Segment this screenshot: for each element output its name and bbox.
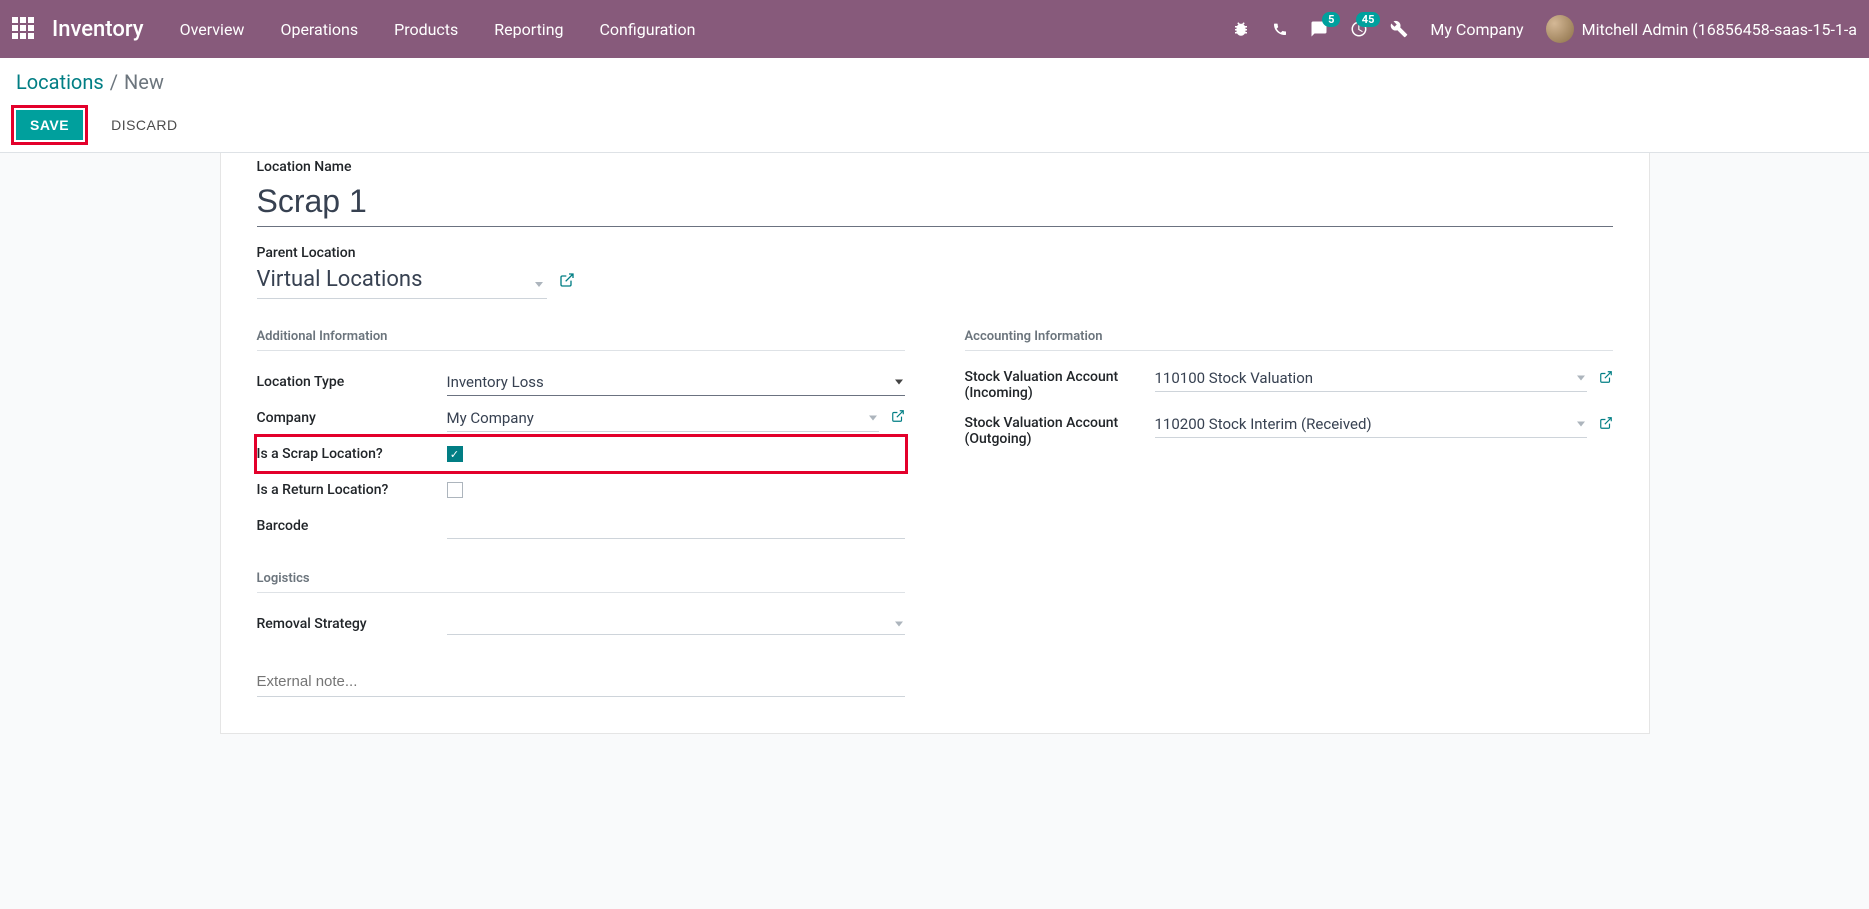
menu-products[interactable]: Products <box>394 20 458 39</box>
menu-configuration[interactable]: Configuration <box>600 20 696 39</box>
section-additional-info: Additional Information <box>257 329 905 351</box>
return-location-checkbox[interactable] <box>447 482 463 498</box>
scrap-location-label: Is a Scrap Location? <box>257 446 447 462</box>
sva-incoming-value: 110100 Stock Valuation <box>1155 369 1314 387</box>
location-type-label: Location Type <box>257 374 447 390</box>
removal-strategy-label: Removal Strategy <box>257 616 447 632</box>
bug-icon[interactable] <box>1232 20 1250 38</box>
external-link-icon[interactable] <box>1599 416 1613 434</box>
breadcrumb-root[interactable]: Locations <box>16 70 104 94</box>
avatar <box>1546 15 1574 43</box>
activity-icon[interactable]: 45 <box>1350 20 1368 38</box>
location-type-select[interactable]: Inventory Loss <box>447 369 905 396</box>
chevron-down-icon <box>535 282 543 287</box>
chat-badge: 5 <box>1322 12 1340 27</box>
top-nav: Inventory Overview Operations Products R… <box>0 0 1869 58</box>
form-sheet: Location Name Parent Location Virtual Lo… <box>220 153 1650 734</box>
external-note-input[interactable] <box>257 667 905 697</box>
section-accounting: Accounting Information <box>965 329 1613 351</box>
location-type-value: Inventory Loss <box>447 373 544 391</box>
chevron-down-icon <box>1577 422 1585 427</box>
external-link-icon[interactable] <box>559 272 575 292</box>
chevron-down-icon <box>895 621 903 626</box>
chevron-down-icon <box>1577 376 1585 381</box>
user-label: Mitchell Admin (16856458-saas-15-1-a <box>1582 20 1857 39</box>
parent-location-value: Virtual Locations <box>257 265 547 299</box>
parent-location-label: Parent Location <box>257 245 1613 261</box>
company-value: My Company <box>447 409 534 427</box>
save-button[interactable]: SAVE <box>16 110 83 140</box>
external-link-icon[interactable] <box>1599 370 1613 388</box>
sva-outgoing-select[interactable]: 110200 Stock Interim (Received) <box>1155 411 1587 438</box>
menu-operations[interactable]: Operations <box>280 20 358 39</box>
activity-badge: 45 <box>1356 12 1381 27</box>
parent-location-select[interactable]: Virtual Locations <box>257 265 547 299</box>
scrap-location-checkbox[interactable]: ✓ <box>447 446 463 462</box>
external-link-icon[interactable] <box>891 409 905 427</box>
nav-right: 5 45 My Company Mitchell Admin (16856458… <box>1232 15 1857 43</box>
tools-icon[interactable] <box>1390 20 1408 38</box>
apps-icon[interactable] <box>12 17 36 41</box>
sva-outgoing-label: Stock Valuation Account (Outgoing) <box>965 411 1155 447</box>
left-column: Additional Information Location Type Inv… <box>257 329 905 697</box>
menu-reporting[interactable]: Reporting <box>494 20 563 39</box>
breadcrumb: Locations/New <box>16 70 1853 94</box>
menu-overview[interactable]: Overview <box>180 20 245 39</box>
company-label: Company <box>257 410 447 426</box>
return-location-label: Is a Return Location? <box>257 482 447 498</box>
company-select[interactable]: My Company <box>447 405 879 432</box>
chevron-down-icon <box>895 379 903 384</box>
breadcrumb-current: New <box>124 70 164 94</box>
sva-incoming-select[interactable]: 110100 Stock Valuation <box>1155 365 1587 392</box>
right-column: Accounting Information Stock Valuation A… <box>965 329 1613 697</box>
discard-button[interactable]: DISCARD <box>97 110 192 140</box>
location-name-input[interactable] <box>257 179 1613 227</box>
chevron-down-icon <box>869 415 877 420</box>
main-menu: Overview Operations Products Reporting C… <box>180 20 1233 39</box>
section-logistics: Logistics <box>257 571 905 593</box>
control-panel: Locations/New SAVE DISCARD <box>0 58 1869 153</box>
user-menu[interactable]: Mitchell Admin (16856458-saas-15-1-a <box>1546 15 1857 43</box>
chat-icon[interactable]: 5 <box>1310 20 1328 38</box>
barcode-input[interactable] <box>447 513 905 539</box>
brand-label[interactable]: Inventory <box>52 17 144 42</box>
location-name-label: Location Name <box>257 159 1613 175</box>
company-switcher[interactable]: My Company <box>1430 20 1523 39</box>
sva-incoming-label: Stock Valuation Account (Incoming) <box>965 365 1155 401</box>
sva-outgoing-value: 110200 Stock Interim (Received) <box>1155 415 1372 433</box>
barcode-label: Barcode <box>257 518 447 534</box>
removal-strategy-select[interactable] <box>447 613 905 635</box>
phone-icon[interactable] <box>1272 21 1288 37</box>
